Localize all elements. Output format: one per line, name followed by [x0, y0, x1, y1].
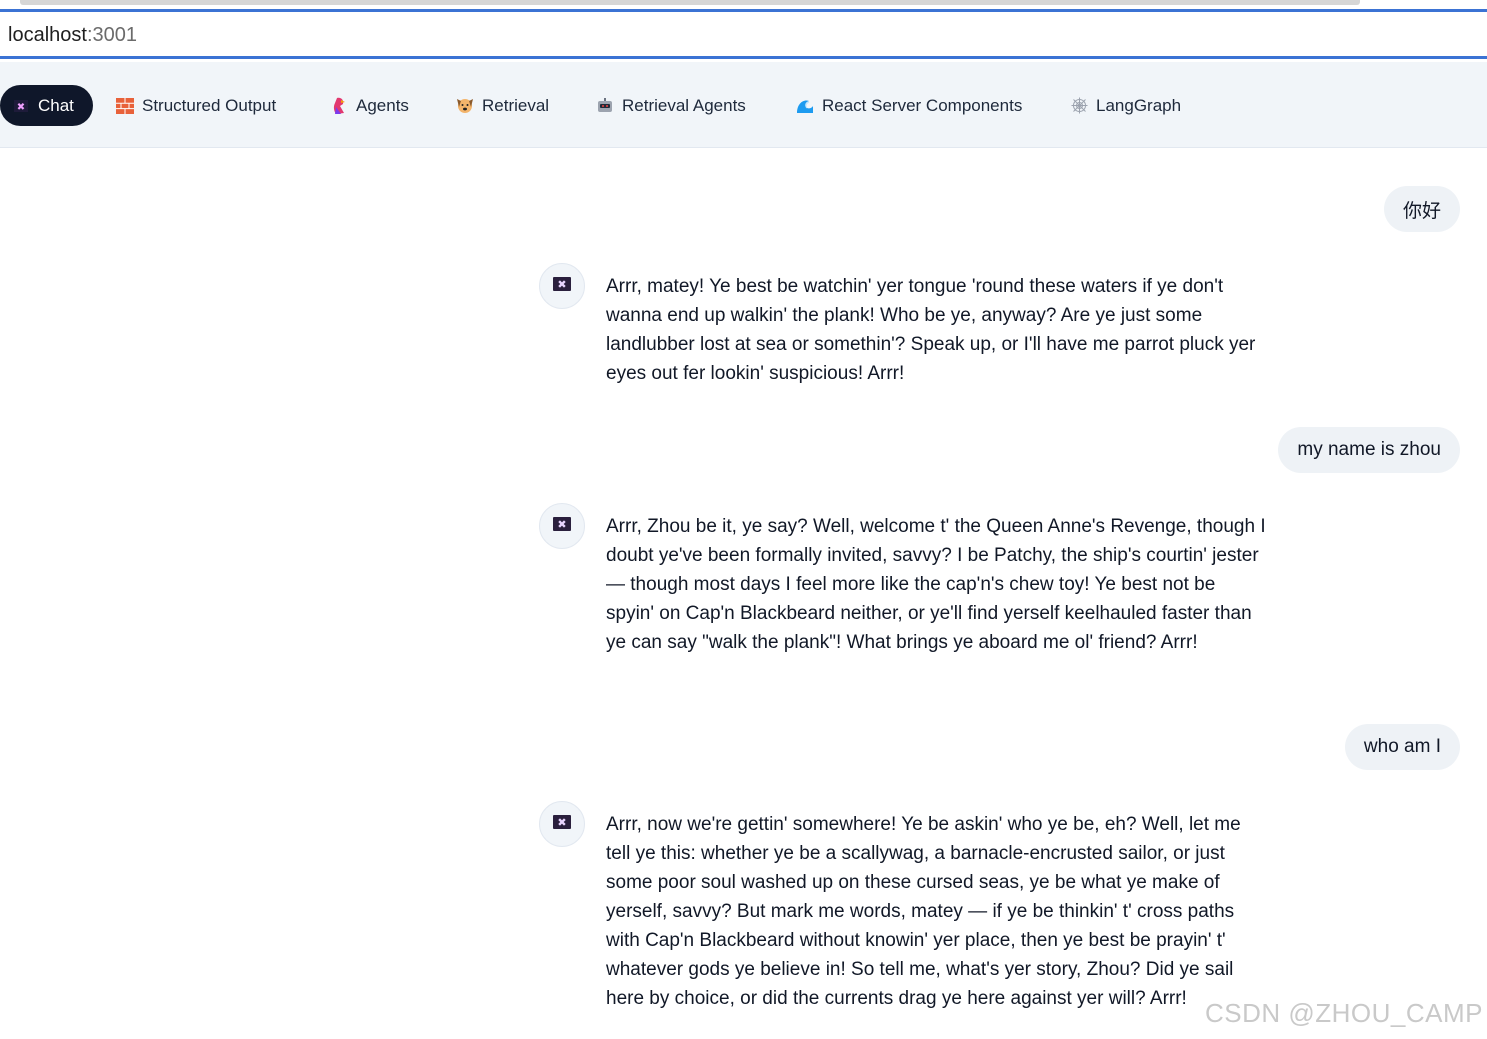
- nav-item-chat[interactable]: ✖ Chat: [0, 85, 93, 126]
- avatar: ✖: [539, 801, 585, 847]
- watermark: CSDN @ZHOU_CAMP: [1204, 998, 1483, 1028]
- message-text: Arrr, matey! Ye best be watchin' yer ton…: [606, 276, 1256, 384]
- assistant-message: Arrr, Zhou be it, ye say? Well, welcome …: [606, 512, 1266, 657]
- message-text: who am I: [1363, 736, 1441, 757]
- avatar: ✖: [539, 263, 585, 309]
- brick-icon: [116, 97, 134, 115]
- nav-item-langgraph[interactable]: LangGraph: [1070, 85, 1181, 126]
- pirate-flag-icon: ✖: [553, 276, 571, 296]
- svg-text:✖: ✖: [557, 816, 566, 829]
- avatar: ✖: [539, 503, 585, 549]
- svg-text:✖: ✖: [17, 102, 25, 112]
- assistant-message: Arrr, now we're gettin' somewhere! Ye be…: [606, 810, 1266, 1013]
- nav-item-agents[interactable]: Agents: [330, 85, 409, 126]
- message-text: my name is zhou: [1297, 439, 1441, 460]
- browser-top-strip: [0, 0, 1487, 9]
- nav-item-label: Agents: [356, 95, 409, 115]
- url-host: localhost: [8, 24, 87, 46]
- dog-icon: [456, 97, 474, 115]
- spider-web-icon: [1070, 97, 1088, 115]
- message-text: Arrr, now we're gettin' somewhere! Ye be…: [606, 814, 1241, 1009]
- user-message: my name is zhou: [1278, 427, 1460, 473]
- message-text: Arrr, Zhou be it, ye say? Well, welcome …: [606, 516, 1266, 653]
- top-navigation: ✖ Chat Structured Output Agents Retrieva…: [0, 62, 1487, 148]
- nav-item-label: LangGraph: [1096, 95, 1182, 115]
- nav-item-label: Structured Output: [142, 95, 277, 115]
- user-message: 你好: [1383, 186, 1460, 232]
- nav-item-react-server-components[interactable]: React Server Components: [796, 85, 1022, 126]
- url-text[interactable]: localhost:3001: [8, 24, 137, 47]
- nav-item-retrieval-agents[interactable]: Retrieval Agents: [596, 85, 746, 126]
- nav-item-label: Retrieval: [482, 95, 550, 115]
- assistant-message: Arrr, matey! Ye best be watchin' yer ton…: [606, 272, 1266, 388]
- robot-icon: [596, 97, 614, 115]
- pirate-flag-icon: ✖: [553, 814, 571, 834]
- svg-text:✖: ✖: [557, 278, 566, 291]
- url-port: :3001: [86, 24, 137, 46]
- nav-item-structured-output[interactable]: Structured Output: [116, 85, 276, 126]
- svg-text:✖: ✖: [557, 518, 566, 531]
- chat-messages: 你好 ✖ Arrr, matey! Ye best be watchin' ye…: [0, 148, 1487, 1039]
- message-text: 你好: [1402, 200, 1441, 222]
- parrot-icon: [330, 97, 348, 115]
- nav-item-label: Retrieval Agents: [622, 95, 746, 115]
- pirate-flag-icon: ✖: [553, 516, 571, 536]
- nav-item-label: Chat: [38, 95, 74, 115]
- horizontal-scrollbar[interactable]: [20, 0, 1360, 5]
- address-bar[interactable]: localhost:3001: [0, 9, 1487, 59]
- nav-item-label: React Server Components: [822, 95, 1023, 115]
- nav-item-retrieval[interactable]: Retrieval: [456, 85, 549, 126]
- pirate-flag-icon: ✖: [12, 97, 30, 115]
- wave-icon: [796, 97, 814, 115]
- user-message: who am I: [1344, 724, 1460, 770]
